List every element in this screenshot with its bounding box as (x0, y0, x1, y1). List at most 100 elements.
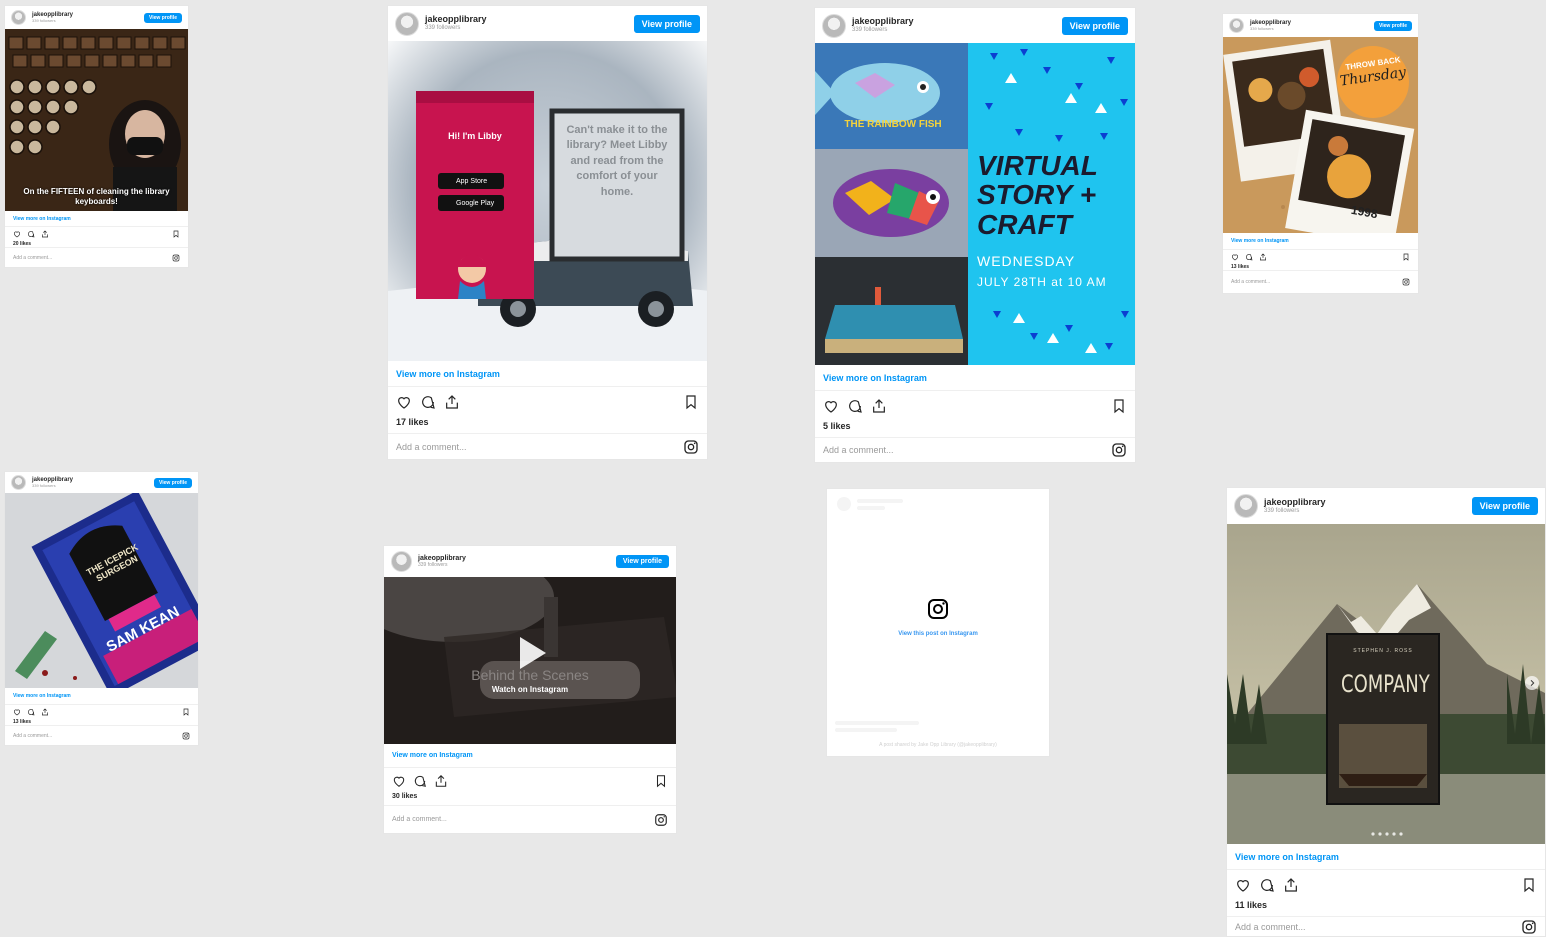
post-image[interactable]: Hi! I'm Libby App Store Google Play Can'… (388, 41, 707, 361)
heart-icon[interactable] (396, 394, 412, 410)
bookmark-icon[interactable] (172, 230, 180, 238)
comment-icon[interactable] (420, 394, 436, 410)
video-player[interactable]: Behind the Scenes Watch on Instagram (384, 577, 676, 744)
share-icon[interactable] (871, 398, 887, 414)
watch-on-instagram-link[interactable]: Watch on Instagram (384, 685, 676, 694)
placeholder-line (835, 728, 897, 732)
avatar[interactable] (1234, 494, 1258, 518)
instagram-icon[interactable] (1402, 278, 1410, 286)
view-more-link[interactable]: View more on Instagram (384, 744, 676, 768)
instagram-icon[interactable] (1521, 919, 1537, 935)
post-author: jakeopplibrary 339 followers (1229, 18, 1291, 33)
follower-count: 339 followers (425, 25, 461, 32)
post-image[interactable]: THE RAINBOW FISH VIRTUAL STORY + CRAFT W… (815, 43, 1135, 365)
heart-icon[interactable] (1235, 877, 1251, 893)
comment-icon[interactable] (1259, 877, 1275, 893)
heart-icon[interactable] (392, 774, 406, 788)
placeholder-line (835, 721, 919, 725)
instagram-icon[interactable] (182, 732, 190, 740)
carousel-next-button[interactable] (1525, 676, 1539, 690)
heart-icon[interactable] (1231, 253, 1239, 261)
view-more-link[interactable]: View more on Instagram (1223, 233, 1418, 250)
username[interactable]: jakeopplibrary (1264, 497, 1326, 508)
post-image-carousel[interactable]: STEPHEN J. ROSS COMPANY (1227, 524, 1545, 844)
add-comment-input[interactable]: Add a comment... (13, 255, 52, 261)
view-profile-button[interactable]: View profile (1061, 16, 1128, 35)
share-icon[interactable] (434, 774, 448, 788)
comment-row: Add a comment... (1227, 916, 1545, 936)
instagram-icon[interactable] (926, 597, 950, 621)
instagram-icon[interactable] (172, 254, 180, 262)
post-author: jakeopplibrary 339 followers (395, 11, 487, 36)
view-profile-button[interactable]: View profile (1471, 497, 1538, 515)
follower-count: 339 followers (32, 17, 56, 23)
post-action-group (13, 230, 49, 238)
add-comment-input[interactable]: Add a comment... (823, 445, 894, 455)
username[interactable]: jakeopplibrary (852, 16, 914, 27)
view-profile-button[interactable]: View profile (615, 555, 669, 568)
username[interactable]: jakeopplibrary (425, 14, 487, 25)
avatar[interactable] (822, 13, 846, 38)
post-image[interactable]: THROW BACK Thursday 1998 (1223, 37, 1418, 233)
heart-icon[interactable] (823, 398, 839, 414)
instagram-icon[interactable] (683, 439, 699, 455)
avatar[interactable] (11, 475, 26, 490)
add-comment-input[interactable]: Add a comment... (396, 442, 467, 452)
book-title-text: COMPANY (1341, 670, 1430, 698)
add-comment-input[interactable]: Add a comment... (13, 733, 52, 739)
share-icon[interactable] (444, 394, 460, 410)
bookmark-icon[interactable] (1521, 877, 1537, 893)
post-author: jakeopplibrary 339 followers (822, 13, 914, 38)
bookmark-icon[interactable] (1402, 253, 1410, 261)
add-comment-input[interactable]: Add a comment... (392, 816, 447, 823)
author-names: jakeopplibrary 339 followers (852, 16, 914, 33)
share-icon[interactable] (1283, 877, 1299, 893)
add-comment-input[interactable]: Add a comment... (1231, 279, 1270, 285)
view-this-post-link[interactable]: View this post on Instagram (898, 631, 978, 637)
post-actions (388, 387, 707, 417)
avatar[interactable] (1229, 18, 1244, 33)
view-more-link[interactable]: View more on Instagram (815, 365, 1135, 391)
avatar[interactable] (395, 11, 419, 36)
comment-icon[interactable] (413, 774, 427, 788)
add-comment-input[interactable]: Add a comment... (1235, 922, 1306, 932)
comment-icon[interactable] (27, 708, 35, 716)
book-title-text: THE RAINBOW FISH (844, 119, 942, 130)
heart-icon[interactable] (13, 708, 21, 716)
comment-icon[interactable] (1245, 253, 1253, 261)
view-more-link[interactable]: View more on Instagram (5, 688, 198, 705)
view-more-link[interactable]: View more on Instagram (388, 361, 707, 387)
view-profile-button[interactable]: View profile (633, 14, 700, 33)
post-actions (384, 768, 676, 793)
post-action-group (392, 774, 448, 788)
author-names: jakeopplibrary 339 followers (1250, 20, 1291, 31)
author-names: jakeopplibrary 339 followers (32, 12, 73, 23)
instagram-embed-card: jakeopplibrary 339 followers View profil… (387, 5, 708, 460)
instagram-icon[interactable] (654, 813, 668, 827)
heart-icon[interactable] (13, 230, 21, 238)
bookmark-icon[interactable] (683, 394, 699, 410)
comment-icon[interactable] (847, 398, 863, 414)
view-more-link[interactable]: View more on Instagram (1227, 844, 1545, 870)
post-image[interactable]: On the FIFTEEN of cleaning the library k… (5, 29, 188, 211)
media-caption-text: Can't make it to the library? Meet Libby… (566, 124, 668, 198)
share-icon[interactable] (1259, 253, 1267, 261)
avatar[interactable] (391, 551, 412, 572)
instagram-icon[interactable] (1111, 442, 1127, 458)
share-icon[interactable] (41, 230, 49, 238)
view-more-link[interactable]: View more on Instagram (5, 211, 188, 227)
view-profile-button[interactable]: View profile (154, 477, 192, 488)
bookmark-icon[interactable] (1111, 398, 1127, 414)
instagram-embed-card: jakeopplibrary 339 followers View profil… (383, 545, 677, 834)
comment-icon[interactable] (27, 230, 35, 238)
instagram-embed-placeholder[interactable]: View this post on Instagram A post share… (826, 488, 1050, 757)
view-profile-button[interactable]: View profile (1374, 20, 1412, 31)
bookmark-icon[interactable] (654, 774, 668, 788)
post-image[interactable]: THE ICEPICK SURGEON SAM KEAN (5, 493, 198, 688)
post-author: jakeopplibrary 339 followers (391, 551, 466, 572)
view-profile-button[interactable]: View profile (144, 12, 182, 23)
bookmark-icon[interactable] (182, 708, 190, 716)
avatar[interactable] (11, 10, 26, 25)
share-icon[interactable] (41, 708, 49, 716)
media-caption-text: On the FIFTEEN of cleaning the library k… (23, 187, 170, 206)
